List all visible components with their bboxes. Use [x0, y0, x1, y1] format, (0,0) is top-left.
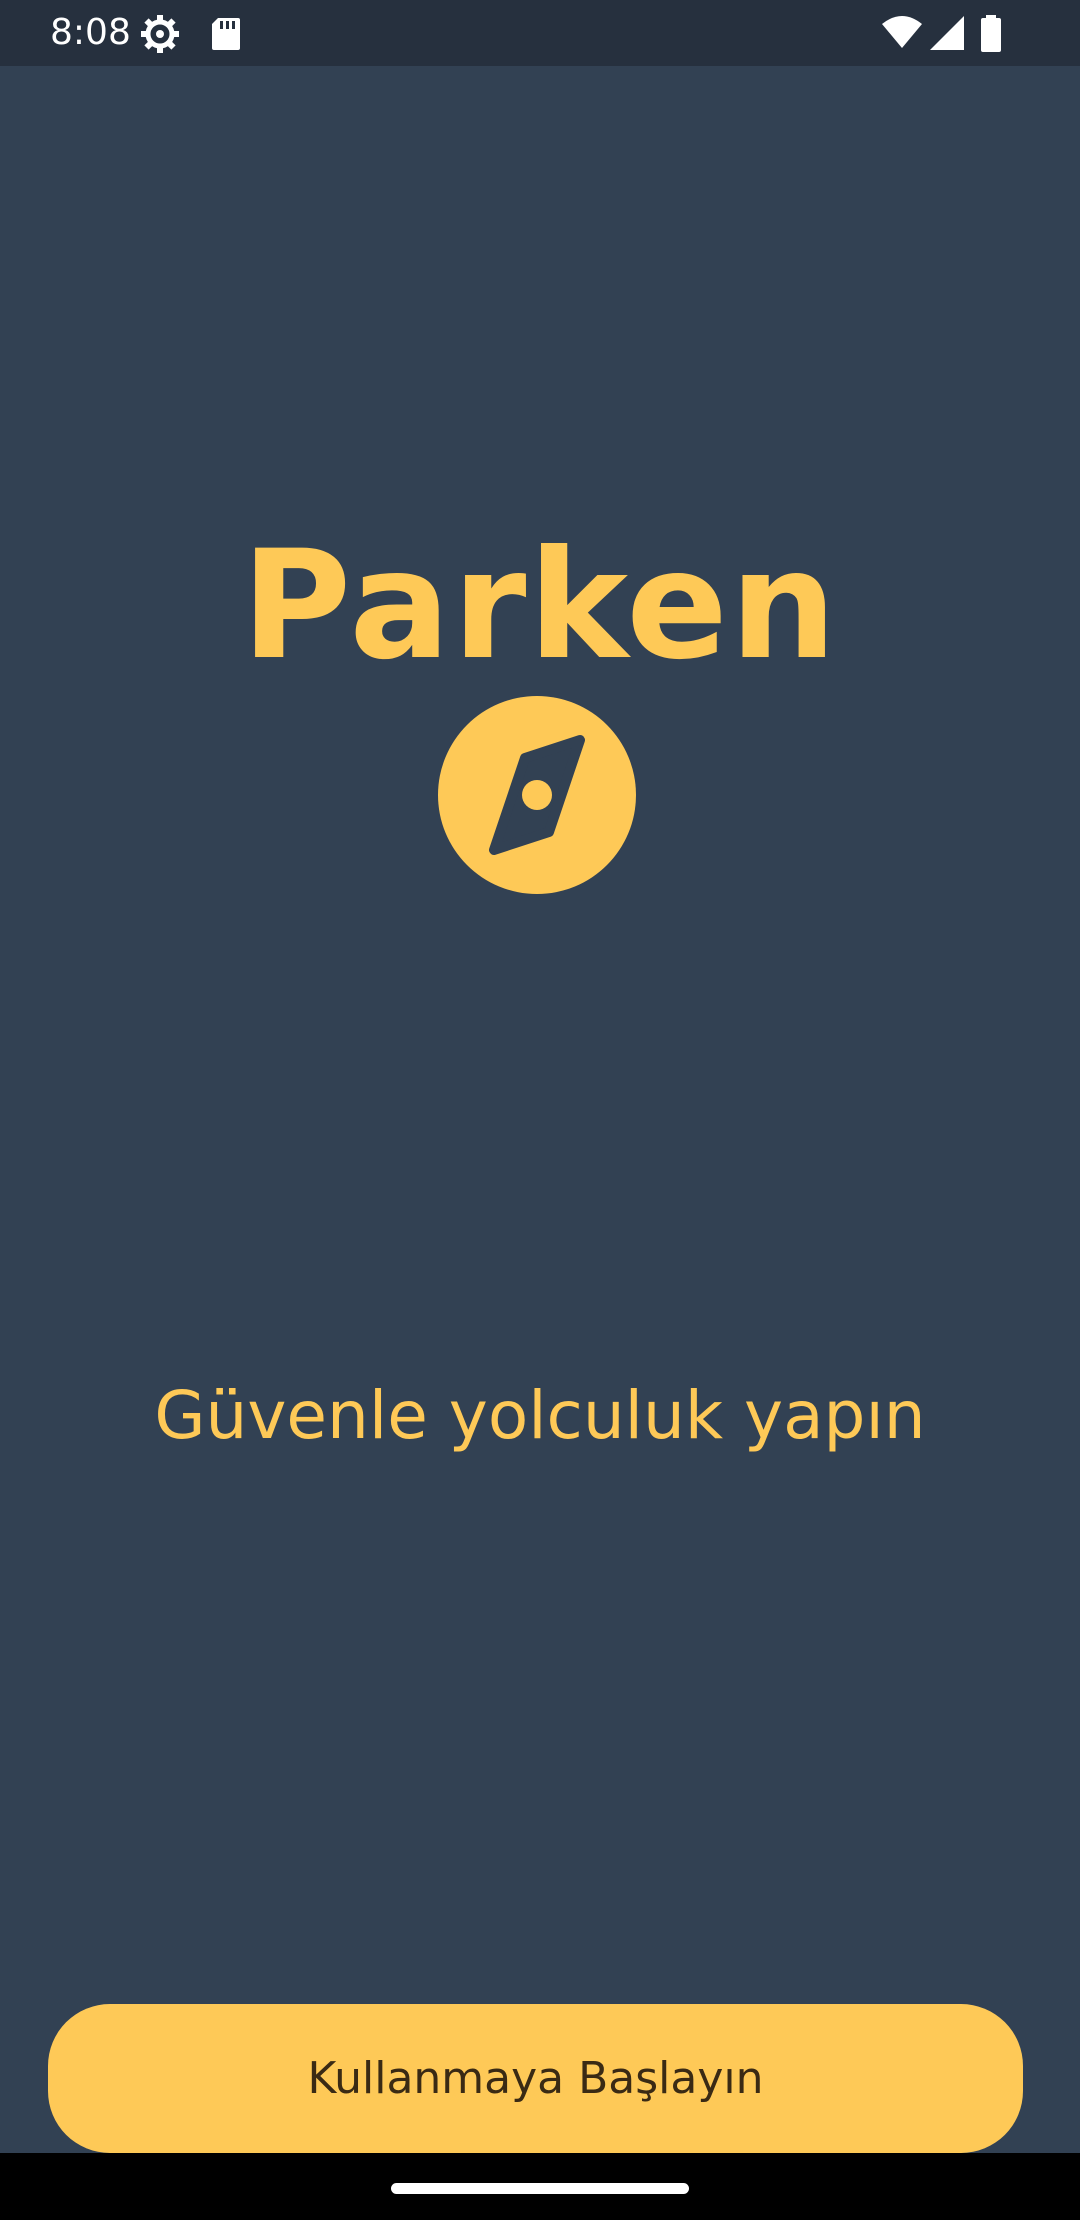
tagline: Güvenle yolculuk yapın	[154, 1377, 926, 1454]
gear-icon	[140, 14, 180, 54]
battery-icon	[976, 14, 1006, 54]
status-time: 8:08	[50, 12, 131, 53]
signal-icon	[928, 14, 968, 54]
welcome-screen: Parken Güvenle yolculuk yapın Kullanmaya…	[0, 66, 1080, 2153]
get-started-label: Kullanmaya Başlayın	[307, 2053, 764, 2104]
app-title: Parken	[241, 519, 839, 693]
home-gesture-handle[interactable]	[391, 2183, 689, 2194]
wifi-icon	[880, 14, 924, 54]
status-bar: 8:08	[0, 0, 1080, 66]
compass-icon	[437, 695, 637, 895]
get-started-button[interactable]: Kullanmaya Başlayın	[48, 2004, 1023, 2153]
sd-card-icon	[206, 14, 246, 54]
navigation-bar	[0, 2153, 1080, 2220]
